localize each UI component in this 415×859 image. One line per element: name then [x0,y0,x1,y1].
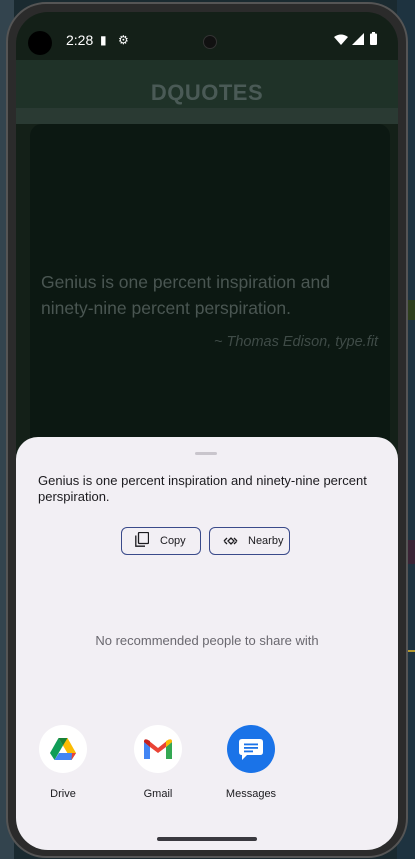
share-target-drive[interactable]: Drive [28,725,98,800]
app-bar: DQUOTES [16,60,398,108]
messages-icon [227,725,275,773]
status-time: 2:28 [66,32,94,48]
front-camera-cutout [28,31,52,55]
gesture-navigation-pill[interactable] [157,837,257,841]
share-target-label: Drive [50,788,76,800]
no-recommendations-text: No recommended people to share with [95,633,319,648]
google-drive-icon [39,725,87,773]
punch-hole-camera [203,35,217,49]
nearby-label: Nearby [248,535,284,547]
status-bar: 2:28 ▮ ⚙ [16,12,398,55]
copy-icon [130,531,154,550]
gmail-icon [134,725,182,773]
settings-gear-icon: ⚙ [118,33,129,47]
phone-frame: 2:28 ▮ ⚙ DQUOTES Genius is one percent i… [6,2,408,858]
share-target-label: Messages [225,788,277,800]
app-bar-shadow [16,108,398,124]
share-targets: Drive Gmail Messages [16,725,398,805]
quote-text: Genius is one percent inspiration and ni… [41,272,330,318]
copy-label: Copy [160,535,186,547]
nearby-share-button[interactable]: Nearby [209,527,290,555]
nearby-share-icon [218,533,242,549]
share-target-messages[interactable]: Messages [216,725,286,800]
share-target-label: Gmail [143,788,173,800]
share-target-gmail[interactable]: Gmail [123,725,193,800]
quote-card: Genius is one percent inspiration and ni… [30,124,390,484]
share-sheet: Genius is one percent inspiration and ni… [16,437,398,850]
quote-author: ~ Thomas Edison, type.fit [213,334,378,350]
sd-card-icon: ▮ [100,33,107,47]
battery-icon [370,32,377,45]
sheet-drag-handle[interactable] [195,452,217,455]
cellular-signal-icon [352,33,364,45]
app-title: DQUOTES [150,80,264,105]
shared-text-preview: Genius is one percent inspiration and ni… [38,473,367,504]
copy-button[interactable]: Copy [121,527,201,555]
wifi-icon [334,34,348,45]
phone-screen: 2:28 ▮ ⚙ DQUOTES Genius is one percent i… [16,12,398,850]
